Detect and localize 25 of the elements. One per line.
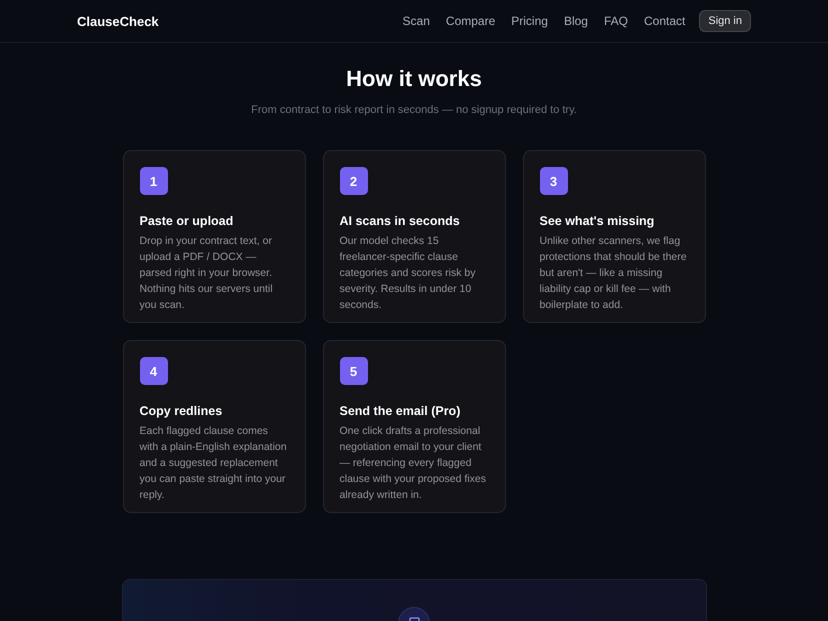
nav-link[interactable]: Pricing — [511, 14, 548, 28]
step-description: One click drafts a professional negotiation email to your client — referencing every flagged clause with your proposed fixes already written in. — [340, 424, 487, 503]
step-number: 3 — [540, 167, 568, 195]
step-number: 5 — [340, 357, 368, 385]
section-subtitle: From contract to risk report in seconds — no signup required to try. — [250, 104, 578, 116]
step-description: Unlike other scanners, we flag protections that should be there but aren't — like a missing liability cap or kill fee — with boilerplate to add. — [540, 234, 688, 313]
step-number: 4 — [140, 357, 168, 385]
step-description: Drop in your contract text, or upload a PDF / DOCX — parsed right in your browser. Nothing hits our servers until you scan. — [140, 234, 274, 313]
nav-link[interactable]: FAQ — [604, 14, 628, 28]
nav-link[interactable]: Scan — [402, 14, 430, 28]
step-description: Each flagged clause comes with a plain-English explanation and a suggested replacement you can paste straight into your reply. — [140, 424, 288, 503]
step-title: Copy redlines — [140, 404, 224, 418]
step-title: See what's missing — [540, 214, 656, 228]
step-number: 1 — [140, 167, 168, 195]
step-title: Paste or upload — [140, 214, 234, 228]
step-title: Send the email (Pro) — [340, 404, 462, 418]
nav-link[interactable]: Compare — [446, 14, 496, 28]
section-title: How it works — [345, 66, 483, 92]
step-description: Our model checks 15 freelancer-specific clause categories and scores risk by severity. Results in under 10 seconds. — [340, 234, 476, 313]
sign-in-button[interactable]: Sign in — [699, 10, 751, 32]
step-number: 2 — [340, 167, 368, 195]
nav-link[interactable]: Contact — [644, 14, 686, 28]
nav-link[interactable]: Blog — [564, 14, 588, 28]
step-title: AI scans in seconds — [340, 214, 461, 228]
logo-text[interactable]: ClauseCheck — [77, 14, 159, 28]
